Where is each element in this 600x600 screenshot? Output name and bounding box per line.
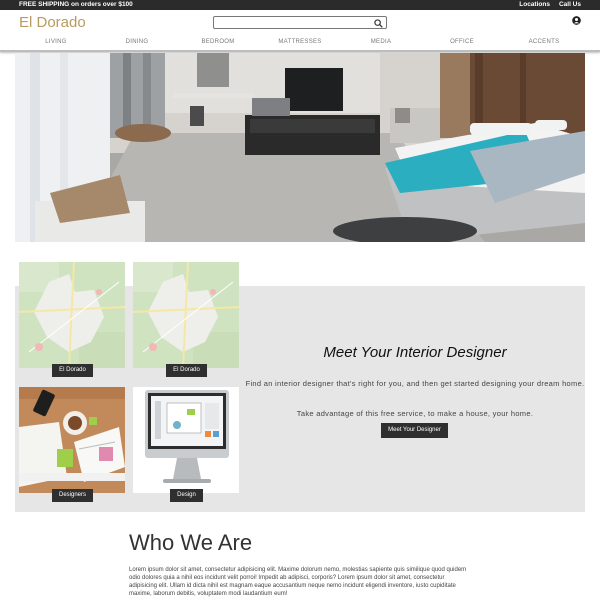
tile-label-el-dorado-1[interactable]: El Dorado (52, 364, 93, 377)
user-circle-icon[interactable] (572, 16, 581, 25)
who-we-are-text: Lorem ipsum dolor sit amet, consectetur … (129, 567, 467, 597)
nav-bedroom[interactable]: BEDROOM (201, 39, 234, 45)
map-image[interactable] (19, 262, 125, 368)
call-us-link[interactable]: Call Us (559, 1, 581, 8)
nav-office[interactable]: OFFICE (450, 39, 474, 45)
site-logo[interactable]: El Dorado (19, 14, 86, 31)
map-image[interactable] (133, 262, 239, 368)
tile-label-el-dorado-2[interactable]: El Dorado (166, 364, 207, 377)
hero-bedroom-image (15, 53, 585, 242)
top-links: Locations Call Us (519, 1, 581, 8)
designer-paragraph-2: Take advantage of this free service, to … (296, 409, 534, 418)
nav-dining[interactable]: DINING (126, 39, 149, 45)
computer-monitor-photo[interactable] (133, 387, 239, 493)
nav-media[interactable]: MEDIA (371, 39, 392, 45)
search-icon[interactable] (374, 19, 383, 28)
desk-workspace-photo[interactable] (19, 387, 125, 493)
tile-label-design[interactable]: Design (170, 489, 203, 502)
who-we-are-heading: Who We Are (129, 530, 253, 555)
main-nav: LIVING DINING BEDROOM MATTRESSES MEDIA O… (0, 39, 600, 49)
designer-paragraph-1: Find an interior designer that's right f… (245, 379, 585, 388)
meet-your-designer-button[interactable]: Meet Your Designer (381, 423, 448, 438)
promo-bar: FREE SHIPPING on orders over $100 Locati… (0, 0, 600, 10)
nav-accents[interactable]: ACCENTS (529, 39, 560, 45)
search-input[interactable] (214, 23, 369, 35)
nav-mattresses[interactable]: MATTRESSES (278, 39, 321, 45)
tile-label-designers[interactable]: Designers (52, 489, 93, 502)
nav-living[interactable]: LIVING (45, 39, 66, 45)
free-shipping-text: FREE SHIPPING on orders over $100 (19, 1, 133, 8)
site-header: El Dorado LIVING DINING BEDROOM MATTRESS… (0, 10, 600, 52)
designer-title: Meet Your Interior Designer (323, 344, 507, 361)
locations-link[interactable]: Locations (519, 1, 550, 8)
search-box (213, 16, 387, 35)
